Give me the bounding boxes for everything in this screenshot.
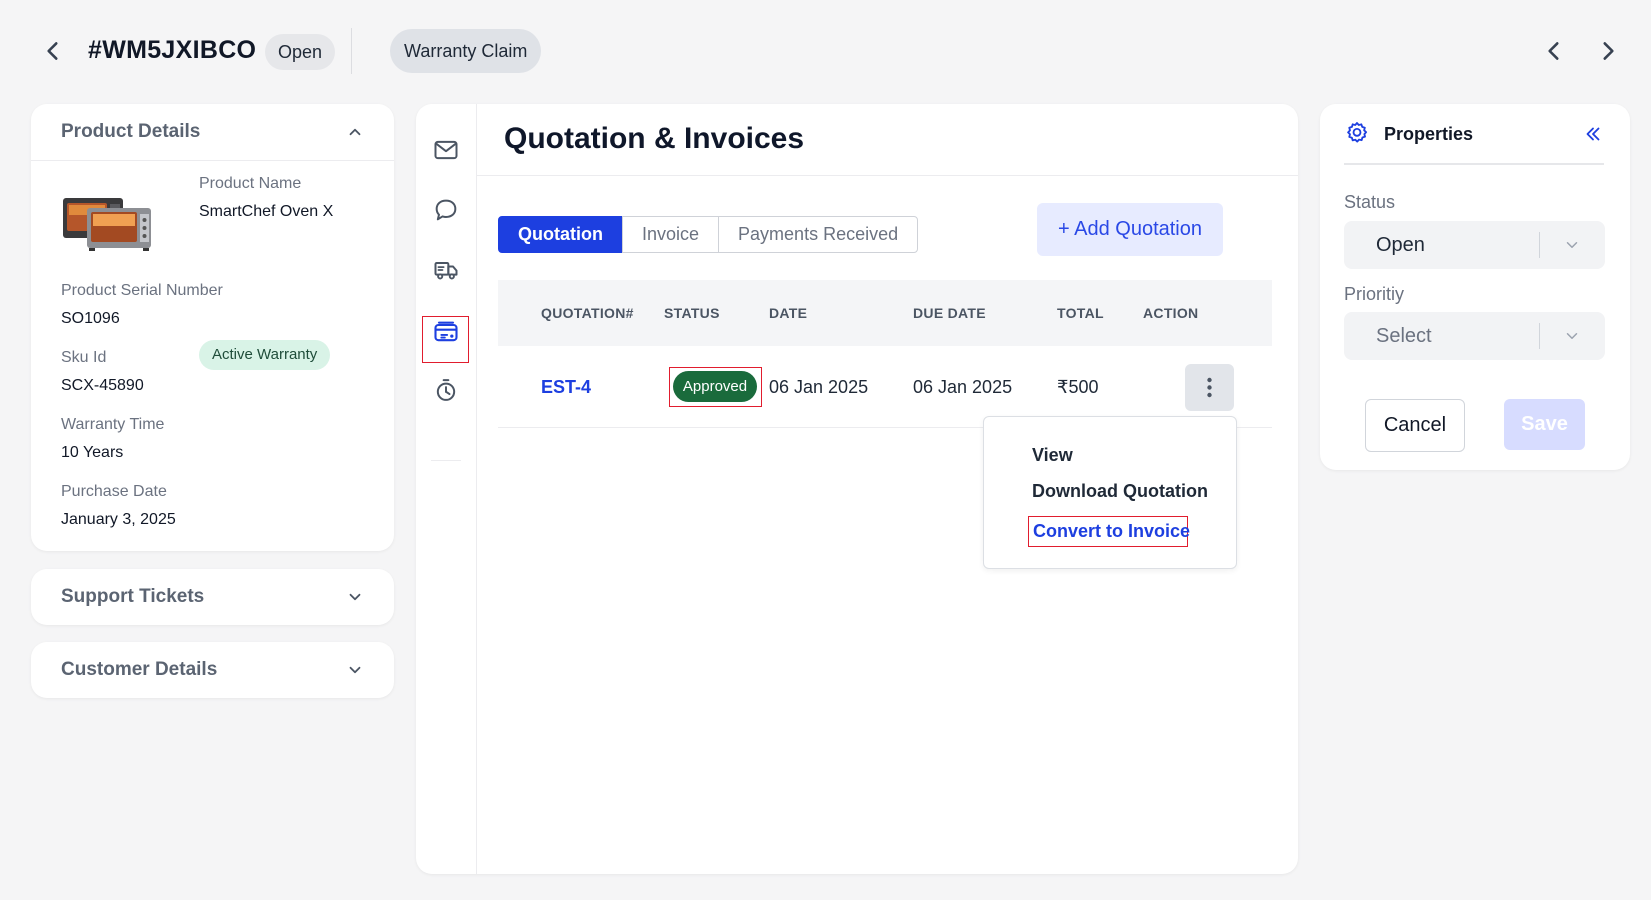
- column-header-quotation: QUOTATION#: [541, 305, 634, 321]
- next-ticket-icon[interactable]: [1595, 38, 1621, 64]
- status-selected-value: Open: [1376, 234, 1425, 256]
- purchase-date-label: Purchase Date: [61, 483, 167, 500]
- ticket-id: #WM5JXIBCO: [88, 36, 257, 64]
- tab-bar: Quotation Invoice Payments Received: [498, 216, 919, 253]
- chat-icon[interactable]: [432, 196, 460, 224]
- panel-header: Quotation & Invoices: [477, 104, 1298, 176]
- quotation-id-link[interactable]: EST-4: [541, 346, 591, 428]
- support-tickets-title: Support Tickets: [61, 586, 205, 607]
- chevron-down-icon: [1563, 236, 1581, 254]
- column-header-due-date: DUE DATE: [913, 305, 986, 321]
- tab-quotation[interactable]: Quotation: [498, 216, 623, 253]
- ticket-type-badge: Warranty Claim: [390, 29, 542, 73]
- warranty-time-label: Warranty Time: [61, 416, 165, 433]
- divider: [1539, 323, 1540, 349]
- product-details-title: Product Details: [61, 121, 201, 142]
- warranty-status-badge: Active Warranty: [199, 340, 331, 370]
- page-title: Quotation & Invoices: [504, 122, 805, 155]
- table-header: QUOTATION# STATUS DATE DUE DATE TOTAL AC…: [498, 280, 1272, 346]
- tab-payments-received[interactable]: Payments Received: [718, 216, 919, 253]
- customer-details-title: Customer Details: [61, 659, 218, 680]
- chevron-down-icon[interactable]: [346, 661, 364, 679]
- quotation-panel: Quotation & Invoices Quotation Invoice P…: [416, 104, 1298, 874]
- previous-ticket-icon[interactable]: [1541, 38, 1567, 64]
- add-quotation-button[interactable]: + Add Quotation: [1037, 203, 1223, 256]
- product-name-label: Product Name: [199, 175, 302, 192]
- column-header-total: TOTAL: [1057, 305, 1104, 321]
- properties-panel: Properties Status Open Prioritiy Select …: [1320, 104, 1630, 470]
- divider: [1539, 232, 1540, 258]
- support-tickets-card[interactable]: Support Tickets: [31, 569, 394, 625]
- priority-placeholder: Select: [1376, 325, 1432, 347]
- chevron-down-icon: [1563, 327, 1581, 345]
- purchase-date: January 3, 2025: [61, 511, 176, 528]
- serial-number: SO1096: [61, 310, 120, 327]
- product-details-header[interactable]: Product Details: [31, 104, 394, 160]
- mail-icon[interactable]: [432, 136, 460, 164]
- cancel-button[interactable]: Cancel: [1365, 399, 1465, 452]
- quotation-date: 06 Jan 2025: [769, 377, 869, 397]
- priority-select[interactable]: Select: [1344, 312, 1605, 360]
- timer-icon[interactable]: [432, 376, 460, 404]
- divider: [431, 460, 461, 461]
- convert-to-invoice-label: Convert to Invoice: [1033, 521, 1191, 541]
- divider: [351, 28, 352, 74]
- kebab-menu-icon: [1207, 377, 1212, 398]
- column-header-action: ACTION: [1143, 305, 1199, 321]
- chevron-down-icon[interactable]: [346, 588, 364, 606]
- menu-item-convert-to-invoice[interactable]: Convert to Invoice: [1028, 516, 1191, 547]
- chevron-up-icon[interactable]: [346, 123, 364, 141]
- product-details-card: Product Details Product Name SmartChef O…: [31, 104, 394, 551]
- priority-label: Prioritiy: [1344, 284, 1405, 304]
- oven-product-image: [61, 194, 155, 252]
- save-button[interactable]: Save: [1504, 399, 1585, 450]
- approved-status-badge: Approved: [673, 371, 757, 402]
- ticket-status-badge: Open: [265, 34, 336, 70]
- back-arrow-icon[interactable]: [40, 38, 66, 64]
- properties-header: Properties: [1344, 104, 1604, 165]
- side-rail: [416, 104, 477, 874]
- menu-item-download-quotation[interactable]: Download Quotation: [1032, 481, 1208, 502]
- sku-value: SCX-45890: [61, 377, 144, 394]
- truck-icon[interactable]: [432, 256, 460, 284]
- customer-details-card[interactable]: Customer Details: [31, 642, 394, 698]
- action-dropdown-menu: View Download Quotation Convert to Invoi…: [983, 416, 1237, 569]
- quotation-icon[interactable]: [432, 318, 460, 346]
- status-highlight: Approved: [669, 367, 762, 407]
- top-bar: #WM5JXIBCO Open Warranty Claim: [0, 0, 1651, 100]
- warranty-time: 10 Years: [61, 444, 124, 461]
- divider: [31, 160, 394, 161]
- row-action-button[interactable]: [1185, 364, 1234, 411]
- sku-label: Sku Id: [61, 349, 107, 366]
- serial-number-label: Product Serial Number: [61, 282, 223, 299]
- status-label: Status: [1344, 192, 1396, 212]
- tab-invoice[interactable]: Invoice: [621, 216, 720, 253]
- status-select[interactable]: Open: [1344, 221, 1605, 269]
- gear-icon: [1344, 120, 1370, 146]
- column-header-date: DATE: [769, 305, 808, 321]
- properties-title: Properties: [1384, 124, 1474, 144]
- product-name: SmartChef Oven X: [199, 203, 334, 220]
- column-header-status: STATUS: [664, 305, 720, 321]
- menu-item-view[interactable]: View: [1032, 445, 1073, 466]
- collapse-panel-icon[interactable]: [1582, 123, 1604, 145]
